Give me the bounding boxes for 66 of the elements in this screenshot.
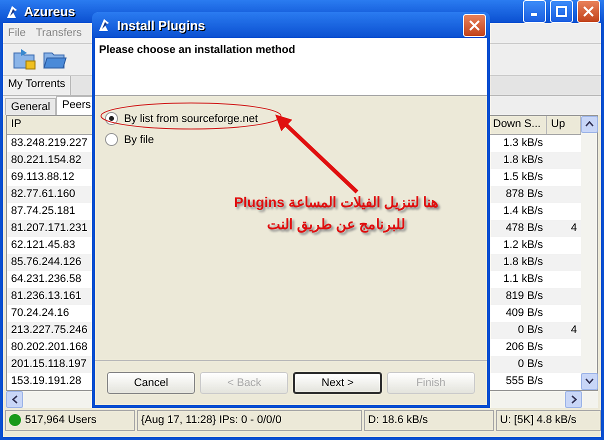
chevron-down-icon <box>585 378 594 384</box>
radio-label[interactable]: By file <box>124 134 154 146</box>
table-cell-text: 409 B/s <box>504 306 544 321</box>
scroll-left-button[interactable] <box>6 390 23 408</box>
table-cell-text: 81.207.171.231 <box>10 220 88 236</box>
table-cell-text: 0 B/s <box>516 356 544 372</box>
tab[interactable]: My Torrents <box>3 76 72 95</box>
table-cell-text: 1.8 kB/s <box>502 152 544 168</box>
annotation-text: للبرنامج عن طريق النت <box>267 216 405 232</box>
close-icon <box>469 20 480 30</box>
chevron-up-icon <box>585 121 594 128</box>
dialog-title: Install Plugins <box>117 18 206 32</box>
table-cell-text: 1.8 kB/s <box>502 254 544 270</box>
table-cell-text: 64.231.236.58 <box>10 272 82 287</box>
tab[interactable]: General <box>5 98 56 115</box>
status-text: U: [5K] 4.8 kB/s <box>500 414 576 426</box>
radio-button[interactable] <box>105 112 118 125</box>
table-cell-text: 206 B/s <box>504 340 544 355</box>
table-cell-text: 878 B/s <box>504 186 544 202</box>
table-cell-text: 69.113.88.12 <box>10 170 76 185</box>
table-cell-text: 81.236.13.161 <box>10 288 82 304</box>
status-text: D: 18.6 kB/s <box>368 414 428 426</box>
table-cell-text: 1.1 kB/s <box>502 272 544 287</box>
table-cell-text: 0 B/s <box>516 322 544 338</box>
table-cell-text: 85.76.244.126 <box>10 254 82 270</box>
radio-button[interactable] <box>105 133 118 146</box>
table-cell-text: 80.221.154.82 <box>10 152 82 168</box>
annotation-text: هنا لتنزيل الفيلات المساعة Plugins <box>234 194 438 210</box>
folder-lock-icon[interactable] <box>13 48 37 70</box>
table-cell-text: 4 <box>570 220 578 236</box>
table-cell-text: 213.227.75.246 <box>10 322 88 338</box>
table-cell-text: 819 B/s <box>504 288 544 304</box>
table-cell-text: 1.4 kB/s <box>502 204 544 219</box>
table-cell-text: 1.3 kB/s <box>502 136 544 151</box>
table-cell-text: 153.19.191.28 <box>10 374 82 389</box>
maximize-button[interactable] <box>550 0 573 24</box>
radio-label[interactable]: By list from sourceforge.net <box>124 112 258 124</box>
wizard-button[interactable]: Cancel <box>107 372 196 394</box>
chevron-right-icon <box>570 394 576 404</box>
table-cell-text: 478 B/s <box>504 220 544 236</box>
window-title: Azureus <box>24 4 76 20</box>
close-button[interactable] <box>463 14 486 36</box>
scroll-right-button[interactable] <box>565 390 582 408</box>
table-cell-text: 83.248.219.227 <box>10 136 88 151</box>
table-cell-text: 4 <box>570 322 578 338</box>
table-cell-text: 82.77.61.160 <box>10 186 76 202</box>
table-cell-text: 62.121.45.83 <box>10 238 76 253</box>
status-text: 517,964 Users <box>25 414 97 426</box>
close-button[interactable] <box>577 0 600 24</box>
table-cell-text: 1.2 kB/s <box>502 238 544 253</box>
table-cell-text: 555 B/s <box>504 374 544 389</box>
scroll-down-button[interactable] <box>581 372 598 390</box>
maximize-icon <box>556 6 567 18</box>
status-text: {Aug 17, 11:28} IPs: 0 - 0/0/0 <box>141 414 282 426</box>
table-cell-text: 70.24.24.16 <box>10 306 70 321</box>
chevron-left-icon <box>12 394 18 404</box>
wizard-button[interactable]: Next > <box>293 372 382 394</box>
table-cell-text: 87.74.25.181 <box>10 204 76 219</box>
close-icon <box>583 6 594 18</box>
table-cell-text: 201.15.118.197 <box>10 356 88 372</box>
table-cell-text: 1.5 kB/s <box>502 170 544 185</box>
minimize-button[interactable] <box>523 0 546 24</box>
table-cell-text: 80.202.201.168 <box>10 340 88 355</box>
dialog-heading: Please choose an installation method <box>99 44 296 56</box>
status-dot-icon <box>9 414 21 426</box>
scroll-up-button[interactable] <box>581 116 598 133</box>
